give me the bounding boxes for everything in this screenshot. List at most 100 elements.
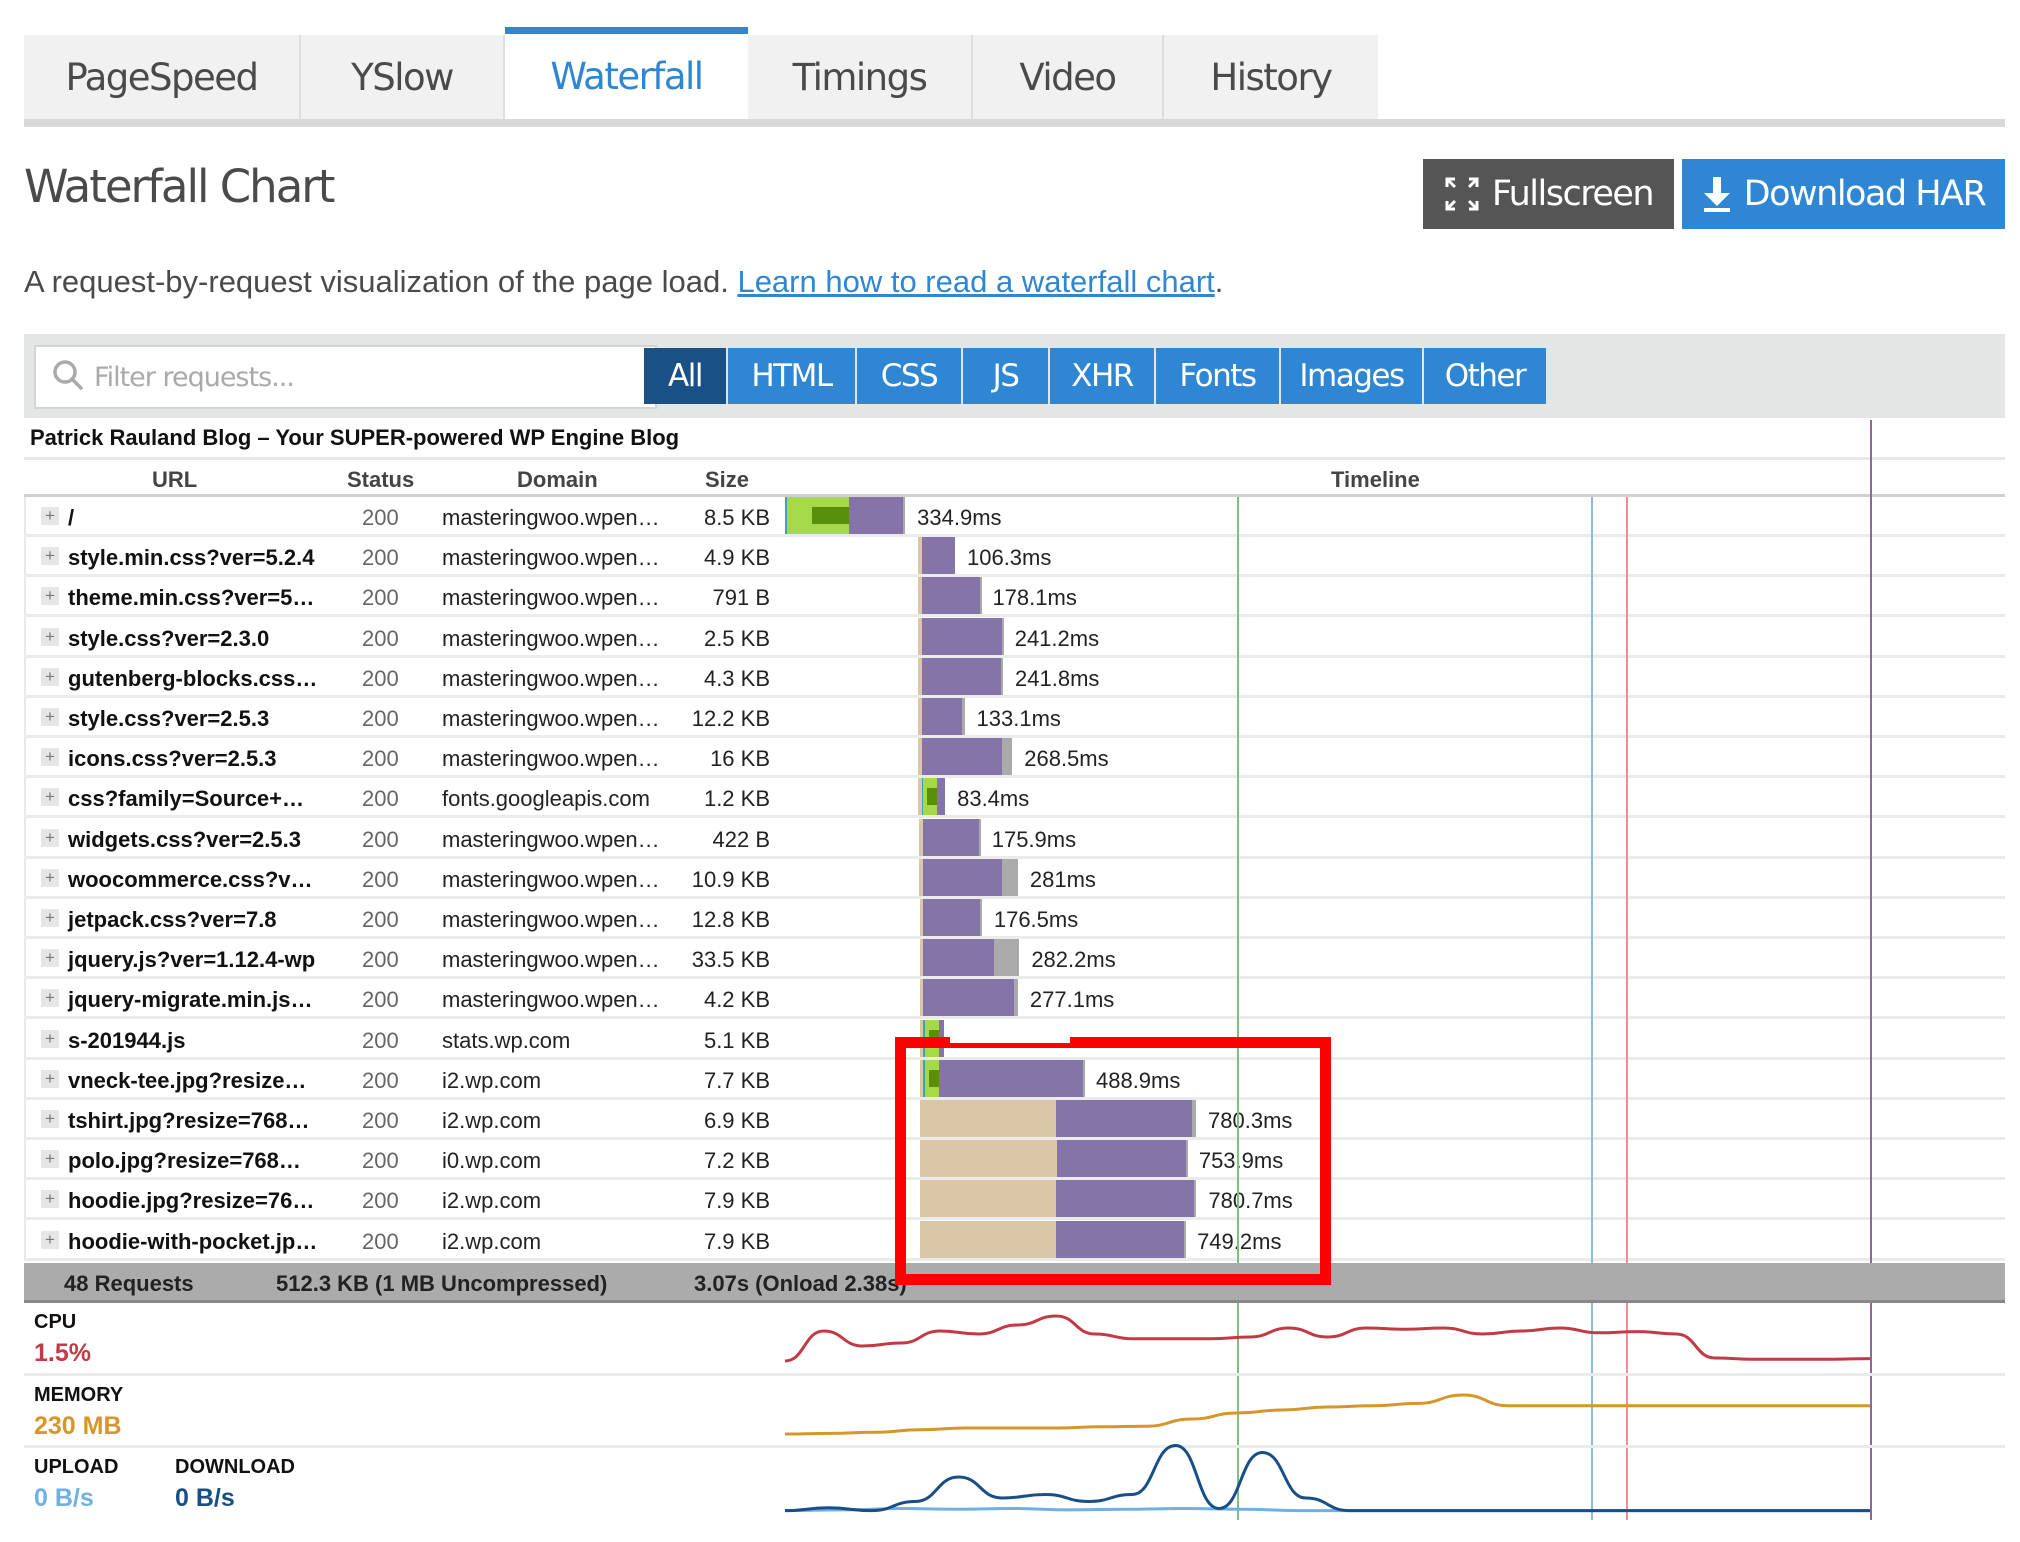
filter-type-buttons: All HTML CSS JS XHR Fonts Images Other xyxy=(644,348,1546,404)
table-row[interactable]: + gutenberg-blocks.css… 200 masteringwoo.wp… xyxy=(24,657,2005,698)
tab-yslow[interactable]: YSlow xyxy=(301,35,505,119)
header-domain[interactable]: Domain xyxy=(517,467,598,493)
receive-segment xyxy=(1002,617,1005,655)
filter-fonts[interactable]: Fonts xyxy=(1156,348,1281,404)
wait-segment xyxy=(936,778,946,816)
request-timeline-bar[interactable]: 241.2ms xyxy=(24,617,2005,655)
tab-history[interactable]: History xyxy=(1164,35,1378,119)
request-timeline-bar[interactable]: 176.5ms xyxy=(24,899,2005,936)
receive-segment xyxy=(993,939,1020,977)
request-timeline-bar[interactable]: 175.9ms xyxy=(24,818,2005,856)
cpu-metric: CPU 1.5% xyxy=(24,1303,2005,1376)
receive-segment xyxy=(1002,738,1013,776)
table-row[interactable]: + style.css?ver=2.3.0 200 masteringwoo.wpen… xyxy=(24,617,2005,658)
table-row[interactable]: + woocommerce.css?v… 200 masteringwoo.wpen…… xyxy=(24,858,2005,899)
memory-value: 230 MB xyxy=(34,1412,122,1440)
table-row[interactable]: + widgets.css?ver=2.5.3 200 masteringwoo.wp… xyxy=(24,818,2005,859)
memory-label: MEMORY xyxy=(34,1384,124,1406)
learn-waterfall-link[interactable]: Learn how to read a waterfall chart xyxy=(737,264,1214,299)
table-header: URL Status Domain Size Timeline xyxy=(24,457,2005,497)
filter-images[interactable]: Images xyxy=(1281,348,1424,404)
receive-segment xyxy=(962,698,965,735)
request-duration: 281ms xyxy=(1029,866,1096,892)
fullscreen-button[interactable]: Fullscreen xyxy=(1423,159,1674,229)
header-status[interactable]: Status xyxy=(347,467,414,493)
request-duration: 175.9ms xyxy=(991,826,1077,852)
wait-segment xyxy=(921,738,1003,776)
table-row[interactable]: + icons.css?ver=2.5.3 200 masteringwoo.wpen… xyxy=(24,738,2005,779)
page-description: A request-by-request visualization of th… xyxy=(24,264,1223,300)
table-row[interactable]: + jquery.js?ver=1.12.4-wp 200 masteringwoo.… xyxy=(24,939,2005,980)
request-duration: 176.5ms xyxy=(993,907,1079,932)
summary-requests: 48 Requests xyxy=(64,1271,194,1296)
request-timeline-bar[interactable]: 241.8ms xyxy=(24,657,2005,695)
request-timeline-bar[interactable]: 282.2ms xyxy=(24,939,2005,977)
wait-segment xyxy=(921,657,1002,695)
filter-input-box[interactable] xyxy=(34,345,657,409)
memory-metric: MEMORY 230 MB xyxy=(24,1376,2005,1448)
receive-segment xyxy=(903,497,906,534)
request-timeline-bar[interactable]: 277.1ms xyxy=(24,979,2005,1017)
request-timeline-bar[interactable]: 268.5ms xyxy=(24,738,2005,776)
table-row[interactable]: + style.min.css?ver=5.2.4 200 masteringwoo.… xyxy=(24,537,2005,578)
filter-all[interactable]: All xyxy=(644,348,728,404)
filter-css[interactable]: CSS xyxy=(857,348,963,404)
description-suffix: . xyxy=(1214,264,1224,299)
wait-segment xyxy=(923,899,980,936)
header-url[interactable]: URL xyxy=(152,467,197,493)
network-metric: UPLOAD 0 B/s DOWNLOAD 0 B/s xyxy=(24,1448,2005,1542)
download-har-button[interactable]: Download HAR xyxy=(1682,159,2005,229)
filter-other[interactable]: Other xyxy=(1424,348,1546,404)
highlight-annotation-box xyxy=(895,1037,1331,1285)
request-timeline-bar[interactable]: 281ms xyxy=(24,858,2005,896)
highlight-box-gap xyxy=(950,1037,1070,1043)
table-row[interactable]: + css?family=Source+… 200 fonts.googleapis.… xyxy=(24,778,2005,819)
request-duration: 106.3ms xyxy=(966,545,1052,571)
request-timeline-bar[interactable]: 334.9ms xyxy=(24,497,2005,534)
tab-bar: PageSpeed YSlow Waterfall Timings Video … xyxy=(24,27,2005,127)
wait-segment xyxy=(922,818,980,856)
receive-segment xyxy=(979,818,982,856)
filter-xhr[interactable]: XHR xyxy=(1050,348,1156,404)
upload-label: UPLOAD xyxy=(34,1456,119,1478)
tab-video[interactable]: Video xyxy=(973,35,1164,119)
request-timeline-bar[interactable]: 178.1ms xyxy=(24,577,2005,615)
wait-segment xyxy=(921,577,980,615)
summary-size: 512.3 KB (1 MB Uncompressed) xyxy=(276,1271,608,1296)
table-row[interactable]: + jetpack.css?ver=7.8 200 masteringwoo.wpen… xyxy=(24,899,2005,939)
filter-js[interactable]: JS xyxy=(963,348,1050,404)
request-timeline-bar[interactable]: 133.1ms xyxy=(24,698,2005,735)
tab-waterfall[interactable]: Waterfall xyxy=(505,27,748,119)
filter-requests-input[interactable] xyxy=(94,361,634,393)
wait-segment xyxy=(923,979,1015,1017)
download-value: 0 B/s xyxy=(175,1484,235,1512)
tab-pagespeed[interactable]: PageSpeed xyxy=(24,35,301,119)
request-duration: 277.1ms xyxy=(1029,987,1115,1013)
ssl-segment xyxy=(926,788,937,806)
cpu-label: CPU xyxy=(34,1311,77,1333)
request-timeline-bar[interactable]: 83.4ms xyxy=(24,778,2005,816)
wait-segment xyxy=(922,858,1003,896)
tab-timings[interactable]: Timings xyxy=(748,35,973,119)
table-row[interactable]: + theme.min.css?ver=5… 200 masteringwoo.wpe… xyxy=(24,577,2005,618)
page-title: Waterfall Chart xyxy=(24,160,335,213)
receive-segment xyxy=(1001,657,1004,695)
table-row[interactable]: + jquery-migrate.min.js… 200 masteringwoo.w… xyxy=(24,979,2005,1020)
receive-segment xyxy=(979,577,982,615)
request-timeline-bar[interactable]: 106.3ms xyxy=(24,537,2005,575)
filter-html[interactable]: HTML xyxy=(728,348,857,404)
request-duration: 241.2ms xyxy=(1014,625,1100,651)
wait-segment xyxy=(923,939,994,977)
wait-segment xyxy=(848,497,904,534)
wait-segment xyxy=(921,537,955,575)
table-row[interactable]: + style.css?ver=2.5.3 200 masteringwoo.wpen… xyxy=(24,698,2005,738)
receive-segment xyxy=(1014,979,1018,1017)
fullscreen-icon xyxy=(1444,176,1480,212)
header-timeline: Timeline xyxy=(1331,467,1420,492)
request-duration: 178.1ms xyxy=(992,585,1077,611)
header-size[interactable]: Size xyxy=(705,467,749,493)
request-duration: 282.2ms xyxy=(1031,947,1116,973)
table-row[interactable]: +/200 masteringwoo.wpen… 8.5 KB 334.9ms xyxy=(24,497,2005,537)
request-duration: 133.1ms xyxy=(976,706,1061,731)
request-duration: 83.4ms xyxy=(957,786,1030,812)
